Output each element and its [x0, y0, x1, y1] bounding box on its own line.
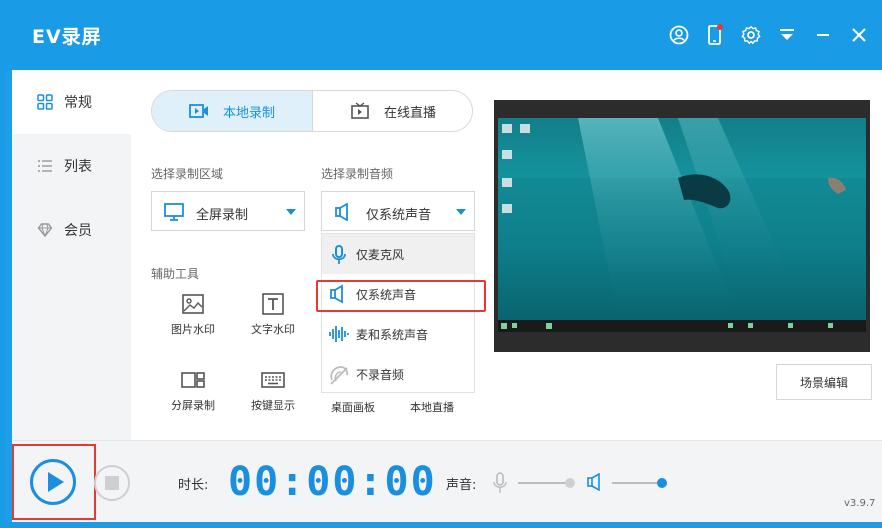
speaker-icon: [587, 473, 600, 491]
audio-option-mic-only[interactable]: 仅麦克风: [322, 234, 474, 274]
screen-preview: [494, 100, 870, 352]
tool-desktop-board[interactable]: 桌面画板: [331, 399, 375, 415]
desktop-preview-image: [498, 118, 866, 350]
microphone-icon: [332, 245, 346, 264]
tab-local-record[interactable]: 本地录制: [152, 91, 312, 131]
speaker-icon: [335, 203, 348, 221]
version-label: v3.9.7: [844, 498, 876, 509]
split-screen-icon: [181, 372, 205, 388]
app-window: EV录屏 常规 列表 会员 本地录制 在线直播 选择录制区域 全屏录制 选择录制…: [0, 0, 882, 528]
sidebar-item-label: 会员: [64, 223, 92, 239]
sidebar-item-member[interactable]: 会员: [12, 198, 131, 262]
record-icon: [189, 104, 208, 118]
text-icon: [262, 293, 284, 315]
duration-label: 时长:: [178, 478, 209, 493]
sidebar-item-general[interactable]: 常规: [12, 70, 131, 134]
volume-label: 声音:: [446, 478, 477, 493]
user-icon[interactable]: [668, 22, 690, 48]
slider-knob[interactable]: [657, 478, 667, 488]
audio-option-mic-and-system[interactable]: 麦和系统声音: [322, 314, 474, 354]
chevron-down-icon: [286, 209, 296, 215]
tv-icon: [351, 102, 369, 119]
audio-option-system-only[interactable]: 仅系统声音: [322, 274, 474, 314]
stop-record-button[interactable]: [94, 465, 130, 501]
gear-icon[interactable]: [740, 22, 762, 48]
close-icon[interactable]: [848, 22, 870, 48]
sidebar-item-list[interactable]: 列表: [12, 134, 131, 198]
minimize-icon[interactable]: [812, 22, 834, 48]
audio-dropdown: 仅麦克风 仅系统声音 麦和系统声音 不录音频: [321, 233, 475, 393]
speaker-icon: [330, 284, 343, 304]
keyboard-icon: [261, 372, 285, 388]
system-volume-slider[interactable]: [612, 478, 667, 488]
title-bar-controls: [668, 22, 870, 48]
audio-section-label: 选择录制音频: [321, 167, 394, 181]
mute-icon: [330, 366, 349, 385]
microphone-icon: [493, 472, 507, 493]
sidebar-item-label: 列表: [64, 159, 92, 175]
region-select[interactable]: 全屏录制: [151, 191, 305, 231]
list-icon: [38, 160, 52, 172]
tool-text-watermark[interactable]: 文字水印: [238, 292, 308, 352]
tab-live-stream[interactable]: 在线直播: [312, 91, 472, 131]
play-icon: [48, 472, 64, 492]
scene-edit-button[interactable]: 场景编辑: [776, 364, 872, 400]
title-bar: EV录屏: [6, 0, 882, 70]
region-section-label: 选择录制区域: [151, 167, 224, 181]
slider-knob[interactable]: [565, 478, 575, 488]
record-timer: 00:00:00: [228, 459, 437, 505]
phone-icon[interactable]: [704, 22, 726, 48]
waveform-icon: [329, 326, 349, 342]
image-icon: [182, 294, 204, 314]
chevron-down-icon: [456, 209, 466, 215]
audio-select[interactable]: 仅系统声音: [321, 191, 475, 231]
main-panel: 常规 列表 会员 本地录制 在线直播 选择录制区域 全屏录制 选择录制音频 仅系…: [12, 70, 882, 522]
tool-key-display[interactable]: 按键显示: [238, 368, 308, 428]
diamond-icon: [37, 223, 53, 238]
bottom-bar: 时长: 00:00:00 声音: v3.9.7: [12, 440, 882, 522]
start-record-button[interactable]: [30, 459, 76, 505]
audio-option-none[interactable]: 不录音频: [322, 354, 474, 394]
sidebar: 常规 列表 会员: [12, 70, 131, 440]
app-title: EV录屏: [32, 26, 102, 48]
stop-icon: [105, 476, 119, 490]
tools-section-label: 辅助工具: [151, 267, 200, 281]
tool-split-screen[interactable]: 分屏录制: [158, 368, 228, 428]
menu-icon[interactable]: [776, 22, 798, 48]
mode-tabs: 本地录制 在线直播: [151, 90, 473, 132]
mic-volume-slider[interactable]: [518, 478, 575, 488]
sidebar-item-label: 常规: [64, 95, 92, 111]
monitor-icon: [164, 203, 184, 221]
grid-icon: [37, 94, 53, 110]
tool-image-watermark[interactable]: 图片水印: [158, 292, 228, 352]
tool-local-live[interactable]: 本地直播: [410, 399, 454, 415]
